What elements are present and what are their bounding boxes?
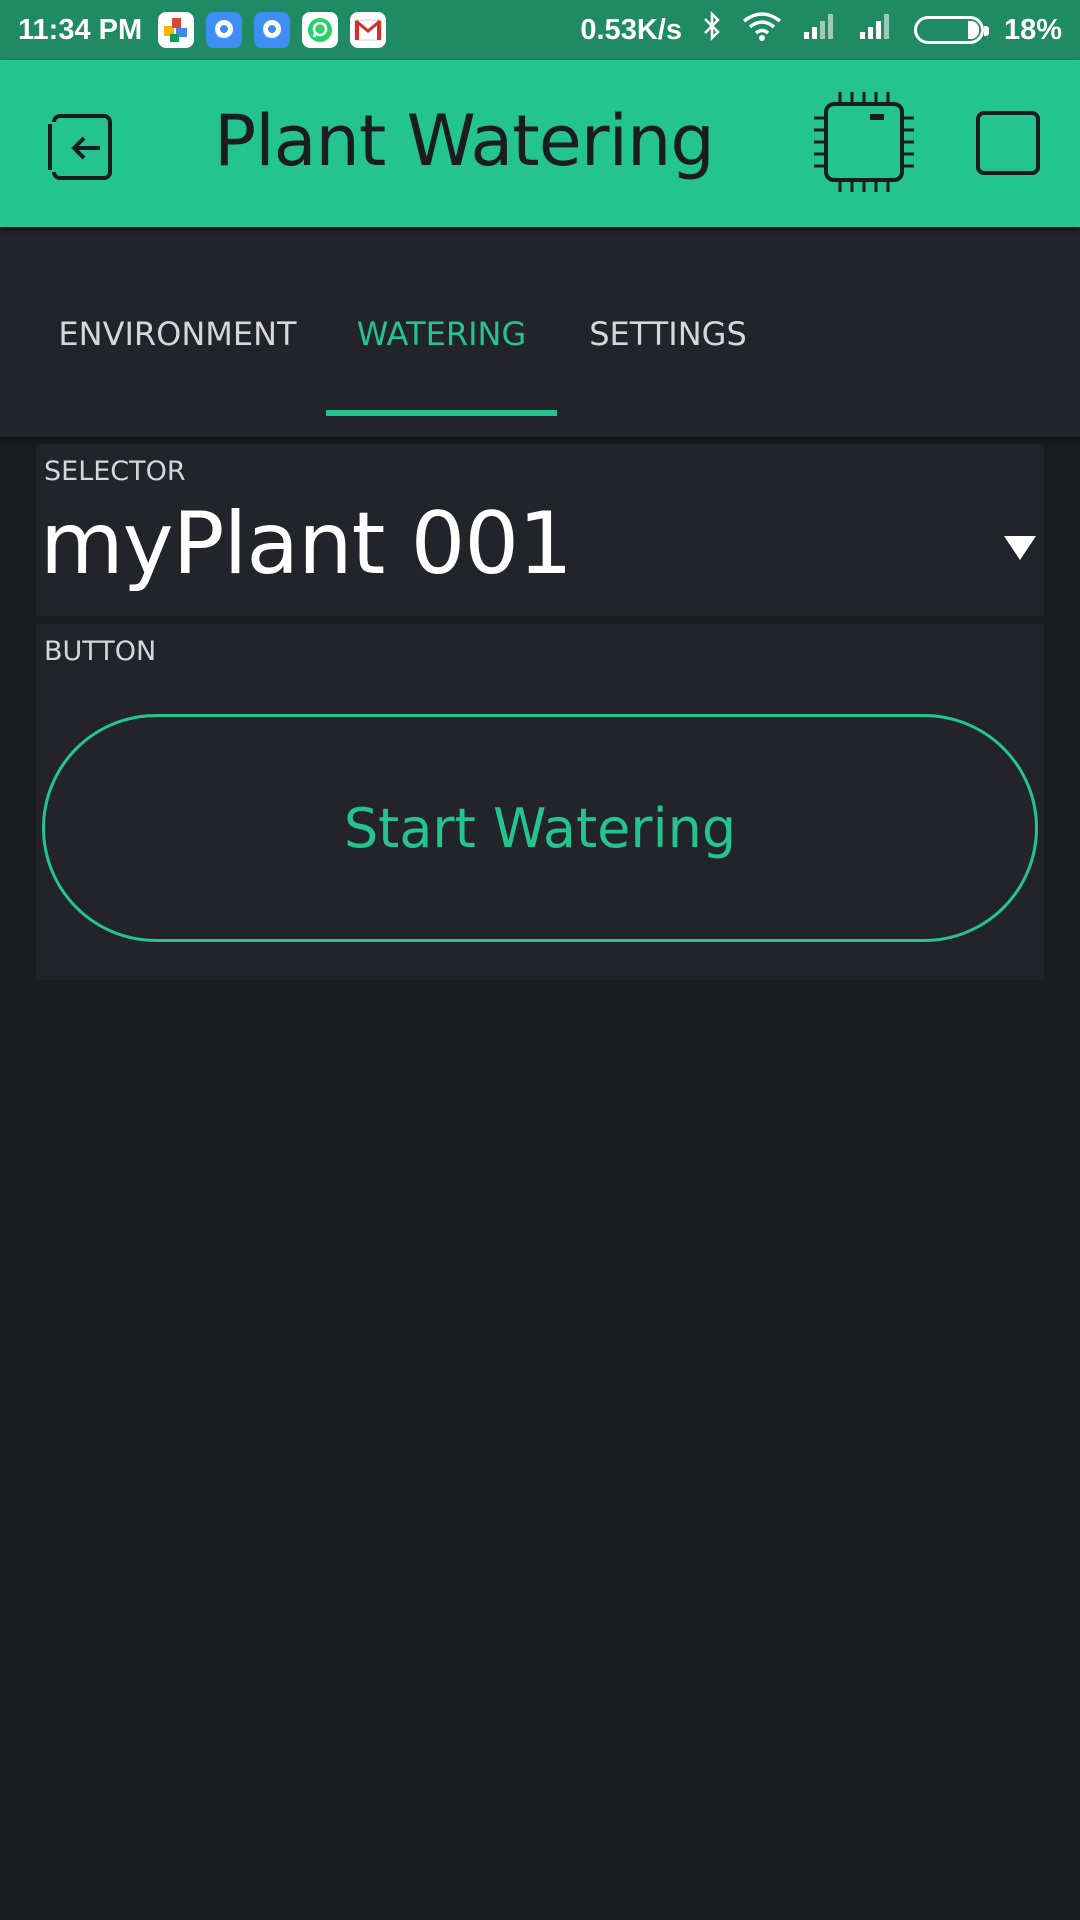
selector-value: myPlant 001 (40, 494, 573, 594)
messenger-icon (206, 12, 243, 48)
tab-label: ENVIRONMENT (58, 315, 297, 353)
stop-square-button[interactable] (976, 111, 1040, 175)
tab-label: SETTINGS (589, 315, 747, 353)
battery-icon (913, 16, 989, 44)
tab-environment[interactable]: ENVIRONMENT (50, 307, 305, 437)
device-button[interactable] (812, 90, 916, 194)
battery-level (967, 21, 979, 39)
status-bar: 11:34 PM 0.53K/s 18% (0, 0, 1080, 60)
wifi-icon (742, 11, 782, 49)
notification-icons (158, 12, 387, 48)
messenger-icon (254, 12, 291, 48)
tab-watering[interactable]: WATERING (326, 307, 557, 437)
tab-bar: ENVIRONMENT WATERING SETTINGS (0, 227, 1080, 437)
signal-icon (802, 12, 838, 48)
battery-percent: 18% (1003, 13, 1062, 46)
exit-icon (48, 114, 112, 180)
button-widget: BUTTON Start Watering (36, 624, 1044, 980)
app-bar: Plant Watering (0, 60, 1080, 227)
tab-settings[interactable]: SETTINGS (578, 307, 758, 437)
chip-icon (814, 92, 914, 192)
gmail-icon (350, 12, 387, 48)
exit-button[interactable] (44, 108, 124, 188)
signal-icon (858, 12, 894, 48)
network-speed: 0.53K/s (580, 13, 682, 46)
widget-label: SELECTOR (44, 456, 186, 487)
dropdown-arrow-icon[interactable] (1004, 536, 1036, 560)
status-right: 0.53K/s 18% (580, 10, 1062, 50)
page-title: Plant Watering (214, 100, 715, 182)
puzzle-app-icon (158, 12, 195, 48)
whatsapp-icon (302, 12, 339, 48)
selector-widget[interactable]: SELECTOR myPlant 001 (36, 444, 1044, 616)
bluetooth-icon (702, 10, 722, 50)
app-screen: 11:34 PM 0.53K/s 18% Plant Watering ENVI… (0, 0, 1080, 1920)
widget-label: BUTTON (44, 636, 157, 667)
status-time: 11:34 PM (18, 13, 143, 46)
start-watering-button[interactable]: Start Watering (42, 714, 1038, 942)
tab-label: WATERING (356, 315, 527, 353)
